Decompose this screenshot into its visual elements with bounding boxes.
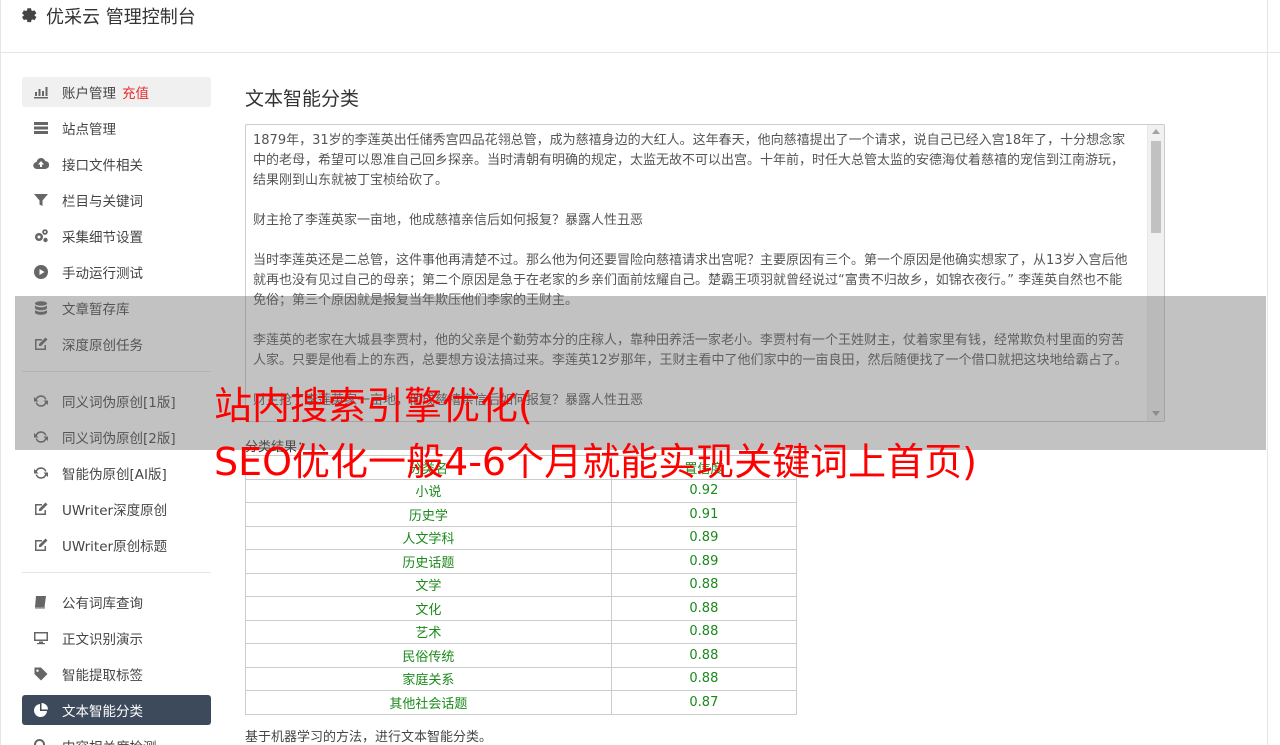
tag-icon bbox=[32, 665, 50, 683]
edit-icon bbox=[32, 500, 50, 518]
table-row: 历史话题 0.89 bbox=[245, 549, 798, 574]
table-row: 民俗传统 0.88 bbox=[245, 643, 798, 668]
sidebar-item-label: UWriter原创标题 bbox=[62, 539, 168, 555]
cogs-icon bbox=[32, 227, 50, 245]
pie-chart-icon bbox=[32, 701, 50, 719]
sidebar-item-label: 采集细节设置 bbox=[62, 230, 143, 246]
sidebar-item-extract-tags[interactable]: 智能提取标签 bbox=[22, 659, 211, 689]
sidebar-item-collect-settings[interactable]: 采集细节设置 bbox=[22, 221, 211, 251]
sidebar-item-label: 站点管理 bbox=[62, 122, 116, 138]
confidence-cell: 0.88 bbox=[610, 643, 798, 668]
sidebar-item-ai-rewrite[interactable]: 智能伪原创[AI版] bbox=[22, 458, 211, 488]
table-row: 文化 0.88 bbox=[245, 596, 798, 621]
play-circle-icon bbox=[32, 263, 50, 281]
sidebar-item-content-recognition[interactable]: 正文识别演示 bbox=[22, 623, 211, 653]
sidebar-item-account[interactable]: 账户管理 充值 bbox=[22, 77, 211, 107]
sidebar-item-label: 公有词库查询 bbox=[62, 596, 143, 612]
scroll-up-icon[interactable] bbox=[1152, 129, 1160, 134]
table-row: 人文学科 0.89 bbox=[245, 525, 798, 550]
book-icon bbox=[32, 593, 50, 611]
sidebar-item-label: 账户管理 bbox=[62, 86, 116, 102]
category-cell: 文化 bbox=[245, 596, 612, 621]
sidebar-item-label: 内容相关度检测 bbox=[62, 736, 157, 745]
scrollbar-thumb[interactable] bbox=[1151, 141, 1161, 233]
table-row: 文学 0.88 bbox=[245, 572, 798, 597]
category-cell: 其他社会话题 bbox=[245, 690, 612, 715]
category-cell: 家庭关系 bbox=[245, 666, 612, 691]
app-title: 优采云 管理控制台 bbox=[46, 7, 196, 28]
confidence-cell: 0.88 bbox=[610, 596, 798, 621]
category-cell: 文学 bbox=[245, 572, 612, 597]
table-row: 艺术 0.88 bbox=[245, 619, 798, 644]
frame-right-edge bbox=[1267, 53, 1268, 745]
sidebar-item-relevance-check[interactable]: 内容相关度检测 bbox=[22, 731, 211, 745]
sidebar-item-text-classification[interactable]: 文本智能分类 bbox=[22, 695, 211, 725]
category-cell: 艺术 bbox=[245, 619, 612, 644]
confidence-cell: 0.88 bbox=[610, 666, 798, 691]
confidence-cell: 0.91 bbox=[610, 502, 798, 527]
sidebar-item-label: 接口文件相关 bbox=[62, 158, 143, 174]
confidence-cell: 0.89 bbox=[610, 525, 798, 550]
classification-table: 分类名 置信度 小说 0.92 历史学 0.91 人文学科 0.89 历史话题 0.89… bbox=[245, 455, 798, 715]
app-brand[interactable]: 优采云 管理控制台 bbox=[20, 3, 196, 29]
footer-note: 基于机器学习的方法，进行文本智能分类。 bbox=[245, 730, 493, 745]
sidebar-item-label: 智能伪原创[AI版] bbox=[62, 467, 167, 483]
server-icon bbox=[32, 119, 50, 137]
top-bar: 优采云 管理控制台 bbox=[0, 0, 1280, 53]
frame-right-edge bbox=[1267, 0, 1268, 53]
category-cell: 人文学科 bbox=[245, 525, 612, 550]
sidebar-item-label: 栏目与关键词 bbox=[62, 194, 143, 210]
headline-line: 站内搜索引擎优化( bbox=[214, 384, 533, 428]
filter-icon bbox=[32, 191, 50, 209]
overlay-headline: 站内搜索引擎优化( SEO优化一般4-6个月就能实现关键词上首页) bbox=[214, 378, 977, 490]
sidebar-item-uwriter-deep[interactable]: UWriter深度原创 bbox=[22, 494, 211, 524]
text-paragraph: 财主抢了李莲英家一亩地，他成慈禧亲信后如何报复？暴露人性丑恶 bbox=[253, 213, 644, 228]
table-row: 历史学 0.91 bbox=[245, 502, 798, 527]
sidebar-item-label: 文本智能分类 bbox=[62, 704, 143, 720]
sidebar-item-manual-run[interactable]: 手动运行测试 bbox=[22, 257, 211, 287]
sidebar-divider bbox=[22, 572, 211, 573]
gear-icon bbox=[22, 8, 37, 23]
sidebar-item-label: UWriter深度原创 bbox=[62, 503, 168, 519]
search-icon bbox=[32, 737, 50, 745]
desktop-icon bbox=[32, 629, 50, 647]
category-cell: 民俗传统 bbox=[245, 643, 612, 668]
sidebar-item-label: 智能提取标签 bbox=[62, 668, 143, 684]
sidebar-item-label: 正文识别演示 bbox=[62, 632, 143, 648]
sidebar-item-uwriter-title[interactable]: UWriter原创标题 bbox=[22, 530, 211, 560]
cloud-upload-icon bbox=[32, 155, 50, 173]
confidence-cell: 0.88 bbox=[610, 619, 798, 644]
sidebar-item-public-dictionary[interactable]: 公有词库查询 bbox=[22, 587, 211, 617]
sidebar-item-label: 手动运行测试 bbox=[62, 266, 143, 282]
sidebar-item-columns-keywords[interactable]: 栏目与关键词 bbox=[22, 185, 211, 215]
bar-chart-icon bbox=[32, 83, 50, 101]
edit-icon bbox=[32, 536, 50, 554]
frame-left-edge bbox=[0, 0, 1, 53]
page-title: 文本智能分类 bbox=[245, 88, 360, 110]
headline-line: SEO优化一般4-6个月就能实现关键词上首页) bbox=[214, 440, 977, 484]
table-row: 家庭关系 0.88 bbox=[245, 666, 798, 691]
sidebar-item-interface-files[interactable]: 接口文件相关 bbox=[22, 149, 211, 179]
table-row: 其他社会话题 0.87 bbox=[245, 690, 798, 715]
confidence-cell: 0.89 bbox=[610, 549, 798, 574]
text-paragraph: 1879年，31岁的李莲英出任储秀宫四品花翎总管，成为慈禧身边的大红人。这年春天… bbox=[253, 133, 1126, 188]
confidence-cell: 0.87 bbox=[610, 690, 798, 715]
refresh-icon bbox=[32, 464, 50, 482]
sidebar-item-sites[interactable]: 站点管理 bbox=[22, 113, 211, 143]
category-cell: 历史话题 bbox=[245, 549, 612, 574]
confidence-cell: 0.88 bbox=[610, 572, 798, 597]
recharge-link[interactable]: 充值 bbox=[122, 82, 149, 102]
category-cell: 历史学 bbox=[245, 502, 612, 527]
